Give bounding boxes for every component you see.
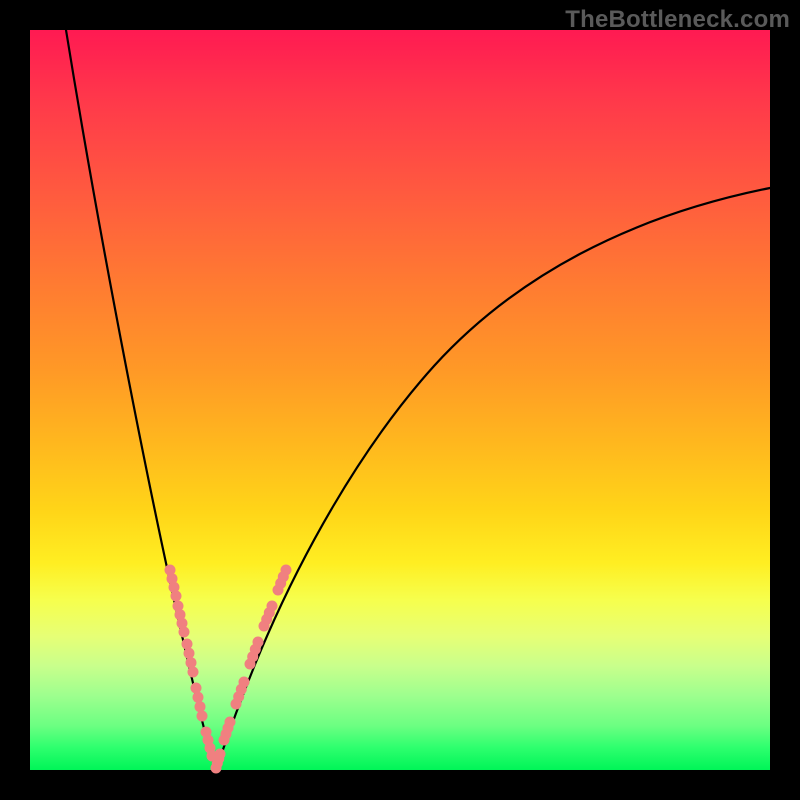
curve-bead: [186, 657, 197, 668]
curve-bead: [191, 683, 202, 694]
chart-frame: TheBottleneck.com: [0, 0, 800, 800]
chart-curve-layer: [30, 30, 770, 770]
curve-bead: [197, 711, 208, 722]
curve-bead: [239, 677, 250, 688]
curve-bead: [225, 717, 236, 728]
curve-bead: [267, 601, 278, 612]
curve-bead: [193, 692, 204, 703]
watermark-text: TheBottleneck.com: [565, 6, 790, 34]
curve-bead: [171, 591, 182, 602]
curve-bead: [182, 639, 193, 650]
curve-bead: [188, 667, 199, 678]
curve-bead: [253, 637, 264, 648]
curve-bead: [281, 565, 292, 576]
curve-bead: [195, 701, 206, 712]
curve-bead: [179, 627, 190, 638]
curve-bead-group: [165, 565, 292, 774]
curve-bead: [184, 648, 195, 659]
curve-bead: [215, 749, 226, 760]
bottleneck-curve-path: [66, 30, 770, 770]
